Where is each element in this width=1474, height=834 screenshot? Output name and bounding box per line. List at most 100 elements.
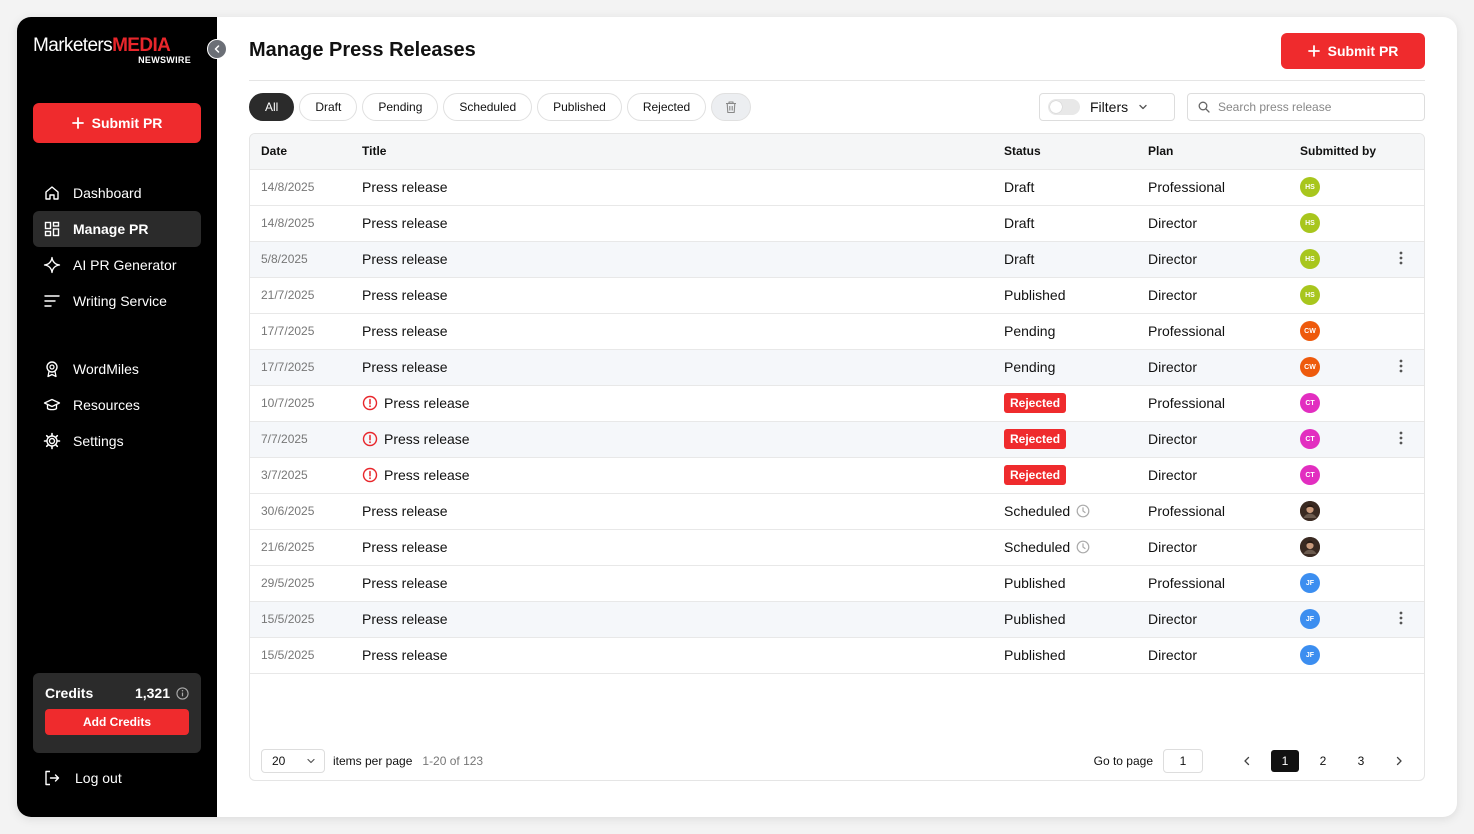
title-cell[interactable]: Press release	[362, 637, 1004, 673]
avatar[interactable]: CW	[1300, 357, 1320, 377]
table-row[interactable]: 10/7/2025 Press release Rejected Profession…	[250, 385, 1424, 421]
sidebar-submit-pr-button[interactable]: Submit PR	[33, 103, 201, 143]
go-to-page-label: Go to page	[1093, 754, 1153, 768]
add-credits-button[interactable]: Add Credits	[45, 709, 189, 735]
logout-button[interactable]: Log out	[43, 769, 122, 787]
more-vertical-icon[interactable]	[1399, 359, 1403, 373]
status-cell: Published	[1004, 565, 1148, 601]
prev-page-button[interactable]	[1233, 750, 1261, 772]
filters-label: Filters	[1090, 99, 1129, 115]
column-header-status[interactable]: Status	[1004, 134, 1148, 169]
table-row[interactable]: 7/7/2025 Press release Rejected Director CT	[250, 421, 1424, 457]
tab-draft[interactable]: Draft	[299, 93, 358, 121]
table-row[interactable]: 3/7/2025 Press release Rejected Director CT	[250, 457, 1424, 493]
status-cell: Scheduled	[1004, 529, 1148, 565]
avatar[interactable]: HS	[1300, 285, 1320, 305]
search-input[interactable]	[1218, 100, 1408, 114]
avatar[interactable]: JF	[1300, 573, 1320, 593]
title-cell[interactable]: Press release	[362, 313, 1004, 349]
table-row[interactable]: 14/8/2025 Press release Draft Director HS	[250, 205, 1424, 241]
avatar[interactable]: CT	[1300, 429, 1320, 449]
tab-pending[interactable]: Pending	[362, 93, 439, 121]
table-row[interactable]: 30/6/2025 Press release Scheduled Professio…	[250, 493, 1424, 529]
trash-button[interactable]	[711, 93, 752, 121]
table-row[interactable]: 21/7/2025 Press release Published Director H…	[250, 277, 1424, 313]
avatar[interactable]: HS	[1300, 249, 1320, 269]
title-cell[interactable]: Press release	[362, 493, 1004, 529]
title-cell[interactable]: Press release	[362, 385, 1004, 421]
collapse-sidebar-button[interactable]	[207, 39, 227, 59]
table-row[interactable]: 17/7/2025 Press release Pending Director CW	[250, 349, 1424, 385]
table-row[interactable]: 15/5/2025 Press release Published Director J…	[250, 637, 1424, 673]
title-cell[interactable]: Press release	[362, 565, 1004, 601]
avatar[interactable]: HS	[1300, 213, 1320, 233]
sidebar-item-writing-service[interactable]: Writing Service	[33, 283, 201, 319]
submitted-by-cell: CW	[1300, 313, 1378, 349]
info-icon[interactable]	[176, 686, 189, 700]
title-cell[interactable]: Press release	[362, 277, 1004, 313]
avatar[interactable]: JF	[1300, 645, 1320, 665]
filters-dropdown[interactable]: Filters	[1039, 93, 1175, 121]
sidebar-item-resources[interactable]: Resources	[33, 387, 201, 423]
status-text: Pending	[1004, 323, 1056, 339]
avatar[interactable]: CT	[1300, 465, 1320, 485]
title-cell[interactable]: Press release	[362, 169, 1004, 205]
avatar[interactable]: CW	[1300, 321, 1320, 341]
more-vertical-icon[interactable]	[1399, 431, 1403, 445]
title-cell[interactable]: Press release	[362, 421, 1004, 457]
table-row[interactable]: 5/8/2025 Press release Draft Director HS	[250, 241, 1424, 277]
status-cell: Published	[1004, 601, 1148, 637]
avatar[interactable]: HS	[1300, 177, 1320, 197]
submitted-by-cell: JF	[1300, 637, 1378, 673]
table-row[interactable]: 14/8/2025 Press release Draft Professional H…	[250, 169, 1424, 205]
go-to-page-input[interactable]: 1	[1163, 749, 1203, 773]
title-cell[interactable]: Press release	[362, 457, 1004, 493]
avatar[interactable]	[1300, 537, 1320, 557]
table-row[interactable]: 15/5/2025 Press release Published Director J…	[250, 601, 1424, 637]
column-header-plan[interactable]: Plan	[1148, 134, 1300, 169]
title-cell[interactable]: Press release	[362, 601, 1004, 637]
column-header-title[interactable]: Title	[362, 134, 1004, 169]
sparkle-icon	[43, 256, 61, 274]
table-row[interactable]: 29/5/2025 Press release Published Professio…	[250, 565, 1424, 601]
more-vertical-icon[interactable]	[1399, 611, 1403, 625]
table-row[interactable]: 17/7/2025 Press release Pending Professiona…	[250, 313, 1424, 349]
plan-cell: Professional	[1148, 503, 1226, 519]
sidebar-item-dashboard[interactable]: Dashboard	[33, 175, 201, 211]
status-text: Pending	[1004, 359, 1056, 375]
plan-cell: Director	[1148, 611, 1198, 627]
column-header-date[interactable]: Date	[250, 134, 362, 169]
tab-published[interactable]: Published	[537, 93, 622, 121]
tab-scheduled[interactable]: Scheduled	[443, 93, 533, 121]
avatar[interactable]: CT	[1300, 393, 1320, 413]
avatar[interactable]: JF	[1300, 609, 1320, 629]
filters-toggle[interactable]	[1048, 99, 1080, 115]
logo-part1: Marketers	[33, 35, 113, 56]
sidebar-item-wordmiles[interactable]: WordMiles	[33, 351, 201, 387]
avatar[interactable]	[1300, 501, 1320, 521]
title-cell[interactable]: Press release	[362, 529, 1004, 565]
item-range: 1-20 of 123	[422, 754, 484, 768]
title-cell[interactable]: Press release	[362, 205, 1004, 241]
column-header-submitted-by[interactable]: Submitted by	[1300, 134, 1378, 169]
sidebar-item-settings[interactable]: Settings	[33, 423, 201, 459]
page-size-select[interactable]: 20	[261, 749, 325, 773]
tab-all[interactable]: All	[249, 93, 295, 121]
title-cell[interactable]: Press release	[362, 241, 1004, 277]
chevron-down-icon	[1139, 104, 1147, 110]
sidebar-item-manage-pr[interactable]: Manage PR	[33, 211, 201, 247]
tab-rejected[interactable]: Rejected	[626, 93, 707, 121]
date-cell: 15/5/2025	[261, 648, 315, 662]
header-submit-pr-button[interactable]: Submit PR	[1281, 33, 1425, 69]
plan-cell: Director	[1148, 251, 1198, 267]
title-cell[interactable]: Press release	[362, 349, 1004, 385]
next-page-button[interactable]	[1385, 750, 1413, 772]
more-vertical-icon[interactable]	[1399, 251, 1403, 265]
table-row[interactable]: 21/6/2025 Press release Scheduled Director	[250, 529, 1424, 565]
status-cell: Rejected	[1004, 457, 1148, 493]
page-button-3[interactable]: 3	[1347, 750, 1375, 772]
page-button-2[interactable]: 2	[1309, 750, 1337, 772]
sidebar-item-ai-pr-generator[interactable]: AI PR Generator	[33, 247, 201, 283]
page-button-1[interactable]: 1	[1271, 750, 1299, 772]
logout-icon	[45, 770, 60, 786]
